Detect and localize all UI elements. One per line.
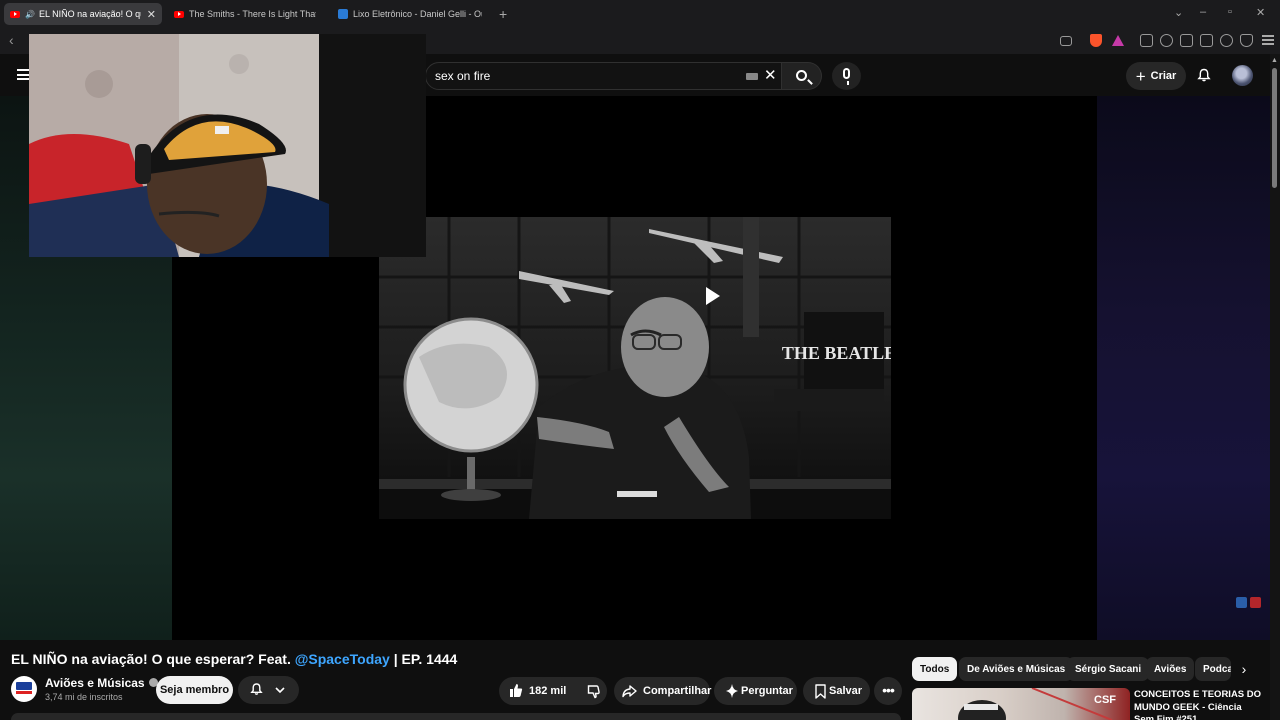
save-button[interactable]: Salvar [803, 677, 870, 705]
ambient-glow-right [1097, 96, 1270, 640]
account-avatar[interactable] [1232, 65, 1253, 86]
wallet-icon[interactable] [1200, 34, 1213, 47]
channel-avatar[interactable] [11, 676, 37, 702]
webcam-image [29, 34, 426, 257]
channel-logo-mark [16, 682, 32, 690]
thumbnail-image: CSF [958, 688, 1116, 720]
chevron-down-icon [275, 687, 285, 694]
video-title: EL NIÑO na aviação! O que esperar? Feat.… [11, 651, 457, 667]
keyboard-icon[interactable] [746, 73, 758, 80]
video-title-suffix: | EP. 1444 [389, 651, 458, 667]
create-button[interactable]: + Criar [1126, 62, 1186, 90]
search-icon [796, 70, 807, 81]
notifications-bell-icon[interactable] [1197, 68, 1211, 82]
clear-search-icon[interactable]: ✕ [764, 66, 777, 84]
video-frame[interactable]: THE BEATLES [379, 217, 891, 519]
autoplay-icon[interactable] [1236, 597, 1247, 608]
share-arrow-icon [622, 685, 637, 698]
video-title-text: EL NIÑO na aviação! O que esperar? Feat. [11, 651, 295, 667]
bell-icon [250, 683, 263, 695]
chip-avioes[interactable]: Aviões [1146, 657, 1195, 681]
search-button[interactable] [782, 62, 822, 90]
chevron-right-icon[interactable]: › [1232, 657, 1256, 681]
scrollbar-thumb[interactable] [1272, 68, 1277, 188]
sparkle-icon [726, 684, 738, 698]
search-query-text: sex on fire [435, 69, 491, 83]
headphones-icon[interactable] [1250, 597, 1261, 608]
browser-tab-youtube-active[interactable]: 🔊 EL NIÑO na aviação! O que esperar ✕ [4, 3, 162, 25]
chip-from-channel[interactable]: De Aviões e Músicas [959, 657, 1074, 681]
tab-list-chevron-icon[interactable]: ⌄ [1174, 6, 1183, 19]
subscriber-count: 3,74 mi de inscritos [45, 692, 123, 702]
leo-ai-icon[interactable] [1220, 34, 1233, 47]
youtube-favicon-icon [10, 10, 20, 18]
chip-all[interactable]: Todos [912, 657, 958, 681]
video-scene-image: THE BEATLES [379, 217, 891, 519]
beatles-record-text: THE BEATLES [782, 343, 891, 363]
thumbs-up-icon[interactable] [499, 677, 529, 705]
vpn-shield-icon[interactable] [1240, 34, 1253, 47]
webcam-overlay [29, 34, 426, 257]
voice-search-button[interactable] [832, 62, 861, 90]
cast-icon[interactable] [1060, 36, 1072, 46]
recommendation-thumbnail[interactable]: CSF [912, 688, 1130, 720]
scroll-up-arrow-icon[interactable]: ▲ [1271, 57, 1278, 64]
browser-menu-icon[interactable] [1262, 35, 1274, 45]
brave-rewards-icon[interactable] [1112, 35, 1124, 46]
create-label: Criar [1150, 70, 1177, 82]
new-tab-icon[interactable]: + [499, 6, 507, 22]
like-count[interactable]: 182 mil [529, 685, 566, 697]
mention-link[interactable]: @SpaceToday [295, 651, 390, 667]
recommendation-title[interactable]: CONCEITOS E TEORIAS DO MUNDO GEEK - Ciên… [1134, 689, 1264, 720]
close-tab-icon[interactable]: ✕ [147, 8, 156, 21]
browser-tab-strip: 🔊 EL NIÑO na aviação! O que esperar ✕ Th… [0, 0, 1280, 28]
more-actions-icon[interactable]: ••• [874, 677, 902, 705]
search-input[interactable]: sex on fire ✕ [425, 62, 782, 90]
extensions-icon[interactable] [1140, 34, 1153, 47]
description-box[interactable] [11, 713, 901, 720]
browser-tab-outlook[interactable]: Lixo Eletrônico - Daniel Gelli - Outlook [332, 3, 488, 25]
outlook-favicon-icon [338, 9, 348, 19]
plus-icon: + [1135, 66, 1146, 86]
tab-title: EL NIÑO na aviação! O que esperar [38, 9, 141, 19]
channel-name-text: Aviões e Músicas [45, 676, 145, 690]
browser-tab-the-smiths[interactable]: The Smiths - There Is Light That Neve [168, 3, 322, 25]
share-button[interactable]: Compartilhar [614, 677, 712, 705]
page-scrollbar[interactable]: ▲ [1270, 54, 1280, 720]
ask-label: Perguntar [741, 685, 793, 697]
back-arrow-icon[interactable]: ‹ [9, 32, 14, 48]
thumbs-down-icon[interactable] [575, 677, 607, 705]
close-window-icon[interactable]: ✕ [1256, 6, 1265, 19]
share-label: Compartilhar [643, 685, 712, 697]
chip-podcasts[interactable]: Podcasts [1195, 657, 1231, 681]
sidebar-icon[interactable] [1180, 34, 1193, 47]
subscribed-notifications-button[interactable] [238, 676, 299, 704]
ask-button[interactable]: Perguntar [714, 677, 797, 705]
like-dislike-group: 182 mil [499, 677, 607, 705]
maximize-icon[interactable]: ▫ [1228, 6, 1232, 18]
channel-name[interactable]: Aviões e Músicas [45, 676, 158, 690]
play-icon[interactable] [698, 283, 726, 309]
bookmark-icon [815, 684, 826, 699]
youtube-favicon-icon [174, 10, 184, 18]
channel-logo-stripe [16, 691, 32, 694]
chip-sergio-sacani[interactable]: Sérgio Sacani [1067, 657, 1150, 681]
microphone-icon [843, 68, 850, 85]
tab-title: Lixo Eletrônico - Daniel Gelli - Outlook [353, 9, 482, 19]
music-icon[interactable] [1160, 34, 1173, 47]
speaker-icon[interactable]: 🔊 [25, 10, 35, 19]
join-button[interactable]: Seja membro [156, 676, 233, 704]
minimize-icon[interactable]: – [1200, 6, 1206, 18]
save-label: Salvar [829, 685, 863, 697]
thumbnail-badge-text: CSF [1094, 694, 1116, 706]
brave-shield-icon[interactable] [1090, 34, 1102, 47]
tab-title: The Smiths - There Is Light That Neve [189, 9, 316, 19]
